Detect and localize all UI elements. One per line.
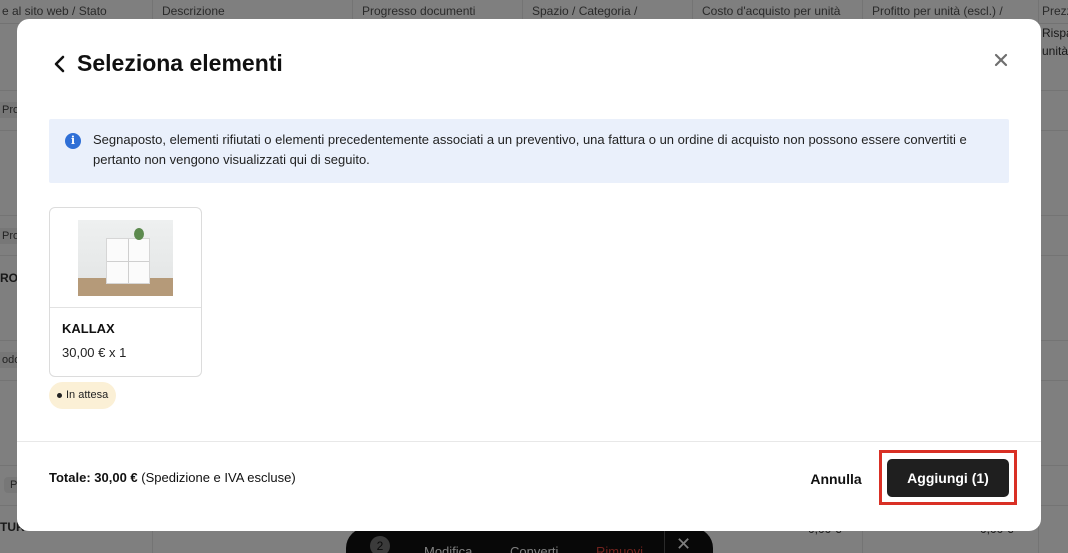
photo-shelf (106, 238, 150, 284)
total-note: (Spedizione e IVA escluse) (141, 470, 296, 485)
close-button[interactable] (992, 51, 1010, 71)
photo-plant (134, 228, 144, 240)
total-label: Totale: (49, 470, 91, 485)
shelf-divider (128, 239, 129, 283)
footer-divider (17, 441, 1041, 442)
shelf-product-photo (78, 220, 173, 296)
item-price: 30,00 € x 1 (62, 345, 127, 360)
info-banner: i Segnaposto, elementi rifiutati o eleme… (49, 119, 1009, 183)
item-image-area (50, 208, 201, 308)
back-button[interactable] (51, 53, 69, 75)
total-value: 30,00 € (94, 470, 138, 485)
item-name: KALLAX (62, 321, 115, 336)
add-button[interactable]: Aggiungi (1) (887, 459, 1009, 497)
cancel-button[interactable]: Annulla (791, 465, 881, 493)
chevron-left-icon (54, 55, 65, 73)
status-label: In attesa (66, 389, 109, 401)
select-items-dialog: Seleziona elementi i Segnaposto, element… (17, 19, 1041, 531)
close-icon (994, 53, 1008, 67)
status-dot-icon (57, 392, 62, 398)
dialog-title: Seleziona elementi (77, 50, 283, 76)
info-banner-text: Segnaposto, elementi rifiutati o element… (93, 132, 967, 167)
item-card[interactable]: KALLAX 30,00 € x 1 (49, 207, 202, 377)
status-badge: In attesa (49, 382, 117, 409)
order-total: Totale: 30,00 € (Spedizione e IVA esclus… (49, 470, 296, 485)
info-icon: i (65, 133, 81, 149)
